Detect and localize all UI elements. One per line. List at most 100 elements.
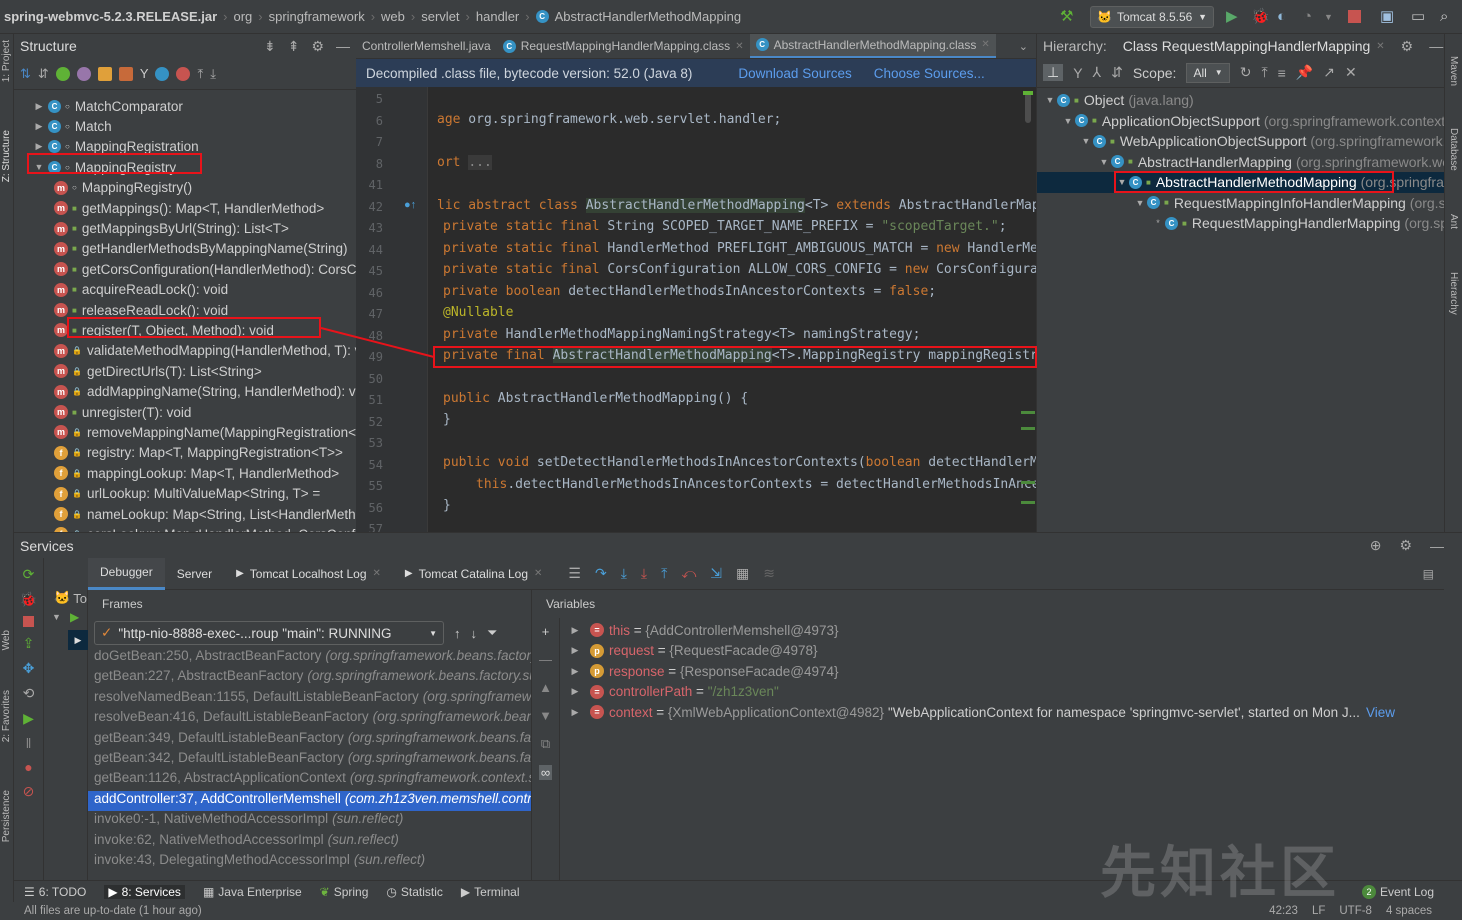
structure-item[interactable]: m 🔒 removeMappingName(MappingRegistration<… bbox=[14, 422, 356, 442]
sort-by-type-icon[interactable]: ⇅ bbox=[20, 66, 31, 82]
tab-tomcat-localhost-log[interactable]: ▶ Tomcat Localhost Log ✕ bbox=[224, 558, 393, 590]
close-icon[interactable]: ✕ bbox=[534, 568, 542, 579]
project-tool-button[interactable]: 1: Project bbox=[1, 40, 12, 82]
close-icon[interactable]: ✕ bbox=[373, 568, 381, 579]
breadcrumb-web[interactable]: web bbox=[381, 9, 405, 24]
structure-item[interactable]: m ■ acquireReadLock(): void bbox=[14, 280, 356, 300]
structure-item[interactable]: m 🔒 addMappingName(String, HandlerMethod):… bbox=[14, 381, 356, 401]
step-over-icon[interactable]: ↷ bbox=[595, 565, 607, 582]
refresh-icon[interactable]: ↻ bbox=[1240, 64, 1252, 81]
structure-item[interactable]: ▶ C ○ MatchComparator bbox=[14, 96, 356, 116]
tree-expand-arrow[interactable]: * bbox=[1151, 218, 1165, 228]
hierarchy-item[interactable]: ▼ C ■ AbstractHandlerMapping (org.springfram… bbox=[1037, 152, 1444, 173]
move-down-icon[interactable]: ▼ bbox=[539, 708, 552, 723]
more-run-chevron-icon[interactable]: ▼ bbox=[1324, 0, 1333, 34]
expand-all-icon[interactable]: ⇟ bbox=[264, 38, 276, 55]
tree-expand-arrow[interactable]: ▶ bbox=[560, 666, 590, 677]
maven-tool-button[interactable]: Maven bbox=[1448, 56, 1459, 86]
presentation-icon[interactable]: ▭ bbox=[1411, 0, 1425, 34]
structure-item[interactable]: m ■ getHandlerMethodsByMappingName(String) bbox=[14, 239, 356, 259]
hierarchy-item[interactable]: ▼ C ■ RequestMappingInfoHandlerMapping (org.… bbox=[1037, 193, 1444, 214]
hierarchy-item[interactable]: ▼ C ■ ApplicationObjectSupport (org.springfr… bbox=[1037, 111, 1444, 132]
gear-icon[interactable]: ⚙ bbox=[1399, 537, 1412, 554]
project-structure-icon[interactable]: ▣ bbox=[1380, 0, 1394, 34]
subtypes-icon[interactable]: ⅄ bbox=[1093, 64, 1102, 81]
tree-expand-arrow[interactable]: ▶ bbox=[560, 625, 590, 636]
collapse-all-icon[interactable]: ≡ bbox=[1278, 65, 1286, 81]
stack-frame[interactable]: getBean:342, DefaultListableBeanFactory(… bbox=[88, 750, 531, 770]
breadcrumb-handler[interactable]: handler bbox=[476, 9, 519, 24]
breadcrumb-servlet[interactable]: servlet bbox=[421, 9, 459, 24]
minimize-icon[interactable]: — bbox=[336, 38, 350, 54]
close-icon[interactable]: ✕ bbox=[1376, 41, 1384, 52]
filter-icon[interactable]: ⏷ bbox=[487, 625, 497, 641]
stack-frame[interactable]: getBean:1126, AbstractApplicationContext… bbox=[88, 770, 531, 790]
web-tool-button[interactable]: Web bbox=[1, 630, 12, 650]
run-icon[interactable]: ▶ bbox=[1226, 0, 1238, 34]
services-tool-button[interactable]: ▶ 8: Services bbox=[104, 884, 185, 899]
sort-alpha-icon[interactable]: ⇵ bbox=[38, 66, 49, 82]
hierarchy-item[interactable]: *C ■ RequestMappingHandlerMapping(org.spri… bbox=[1037, 213, 1444, 234]
show-lambdas-icon[interactable]: Y bbox=[140, 66, 149, 81]
step-into-icon[interactable]: ⤓ bbox=[621, 565, 627, 582]
structure-item[interactable]: m ■ getMappingsByUrl(String): List<T> bbox=[14, 218, 356, 238]
tree-expand-arrow[interactable]: ▼ bbox=[1097, 157, 1111, 167]
gear-icon[interactable]: ⚙ bbox=[311, 38, 324, 55]
tab-tomcat-catalina-log[interactable]: ▶ Tomcat Catalina Log ✕ bbox=[393, 558, 555, 590]
download-sources-link[interactable]: Download Sources bbox=[738, 66, 851, 81]
gear-icon[interactable]: ⚙ bbox=[1401, 38, 1414, 55]
choose-sources-link[interactable]: Choose Sources... bbox=[874, 66, 985, 81]
hierarchy-item[interactable]: ▼ C ■ WebApplicationObjectSupport (org.sprin… bbox=[1037, 131, 1444, 152]
persistence-tool-button[interactable]: Persistence bbox=[1, 790, 12, 842]
stack-frame[interactable]: resolveNamedBean:1155, DefaultListableBe… bbox=[88, 689, 531, 709]
run-to-cursor-icon[interactable]: ⇲ bbox=[710, 565, 722, 582]
autoscroll-from-source-icon[interactable]: ⤓ bbox=[210, 66, 216, 82]
database-tool-button[interactable]: Database bbox=[1448, 128, 1459, 171]
structure-item[interactable]: f 🔒 mappingLookup: Map<T, HandlerMethod> bbox=[14, 463, 356, 483]
rerun-icon[interactable]: ⟳ bbox=[23, 566, 35, 583]
file-encoding[interactable]: UTF-8 bbox=[1339, 905, 1372, 917]
breadcrumb-jar[interactable]: spring-webmvc-5.2.3.RELEASE.jar bbox=[4, 9, 217, 24]
pin-icon[interactable]: 📌 bbox=[1296, 64, 1313, 81]
tree-expand-arrow[interactable]: ▼ bbox=[1061, 116, 1075, 126]
pause-icon[interactable]: ‖ bbox=[26, 735, 32, 751]
tab-debugger[interactable]: Debugger bbox=[88, 557, 165, 590]
show-abstract-icon[interactable] bbox=[176, 66, 191, 81]
spring-tool-button[interactable]: ❦ Spring bbox=[320, 885, 369, 899]
remove-watch-icon[interactable]: — bbox=[539, 652, 552, 667]
run-configuration-select[interactable]: 🐱 Tomcat 8.5.56 ▼ bbox=[1090, 6, 1214, 28]
variable-row[interactable]: ▶ = this = {AddControllerMemshell@4973} bbox=[560, 620, 1444, 641]
stack-frame[interactable]: invoke0:-1, NativeMethodAccessorImpl (sun… bbox=[88, 811, 531, 831]
terminal-tool-button[interactable]: ▶ Terminal bbox=[461, 885, 520, 899]
close-icon[interactable]: ✕ bbox=[735, 41, 743, 52]
type-hierarchy-icon[interactable]: ⊥ bbox=[1043, 64, 1064, 81]
tree-expand-arrow[interactable]: ▼ bbox=[1043, 95, 1057, 105]
structure-item[interactable]: m ■ unregister(T): void bbox=[14, 402, 356, 422]
mute-breakpoints-icon[interactable]: ⊘ bbox=[23, 783, 35, 800]
add-watch-icon[interactable]: + bbox=[542, 624, 550, 639]
tree-expand-arrow[interactable]: ▶ bbox=[560, 645, 590, 656]
code-editor[interactable]: age org.springframework.web.servlet.hand… bbox=[429, 87, 1036, 532]
stack-frame[interactable]: doGetBean:250, AbstractBeanFactory (org.s… bbox=[88, 648, 531, 668]
coverage-icon[interactable]: ◐ bbox=[1277, 0, 1286, 34]
drop-frame-icon[interactable]: ⤺ bbox=[681, 565, 696, 582]
structure-item[interactable]: ▶ C ○ Match bbox=[14, 116, 356, 136]
variable-row[interactable]: ▶ p request = {RequestFacade@4978} bbox=[560, 641, 1444, 662]
build-hammer-icon[interactable]: ⚒ bbox=[1060, 0, 1073, 34]
show-inherited-icon[interactable] bbox=[55, 66, 70, 81]
tree-selected-node[interactable]: ▶ bbox=[68, 630, 88, 650]
stop-icon[interactable] bbox=[1348, 10, 1361, 23]
statistic-tool-button[interactable]: ◷ Statistic bbox=[386, 885, 443, 899]
tab-server[interactable]: Server bbox=[165, 558, 224, 590]
ant-tool-button[interactable]: Ant bbox=[1448, 214, 1459, 229]
globe-icon[interactable]: ⊕ bbox=[1370, 537, 1382, 554]
show-execution-point-icon[interactable]: ☰ bbox=[568, 565, 581, 582]
move-up-icon[interactable]: ▲ bbox=[539, 680, 552, 695]
show-watches-icon[interactable]: ∞ bbox=[538, 765, 553, 780]
resume-icon[interactable]: ▶ bbox=[23, 710, 34, 727]
stack-frame[interactable]: invoke:62, NativeMethodAccessorImpl (sun.… bbox=[88, 832, 531, 852]
structure-item[interactable]: f 🔒 registry: Map<T, MappingRegistration<T… bbox=[14, 443, 356, 463]
breadcrumb-org[interactable]: org bbox=[233, 9, 252, 24]
breadcrumb-class[interactable]: AbstractHandlerMethodMapping bbox=[555, 9, 741, 24]
hierarchy-tool-button[interactable]: Hierarchy bbox=[1448, 272, 1459, 315]
